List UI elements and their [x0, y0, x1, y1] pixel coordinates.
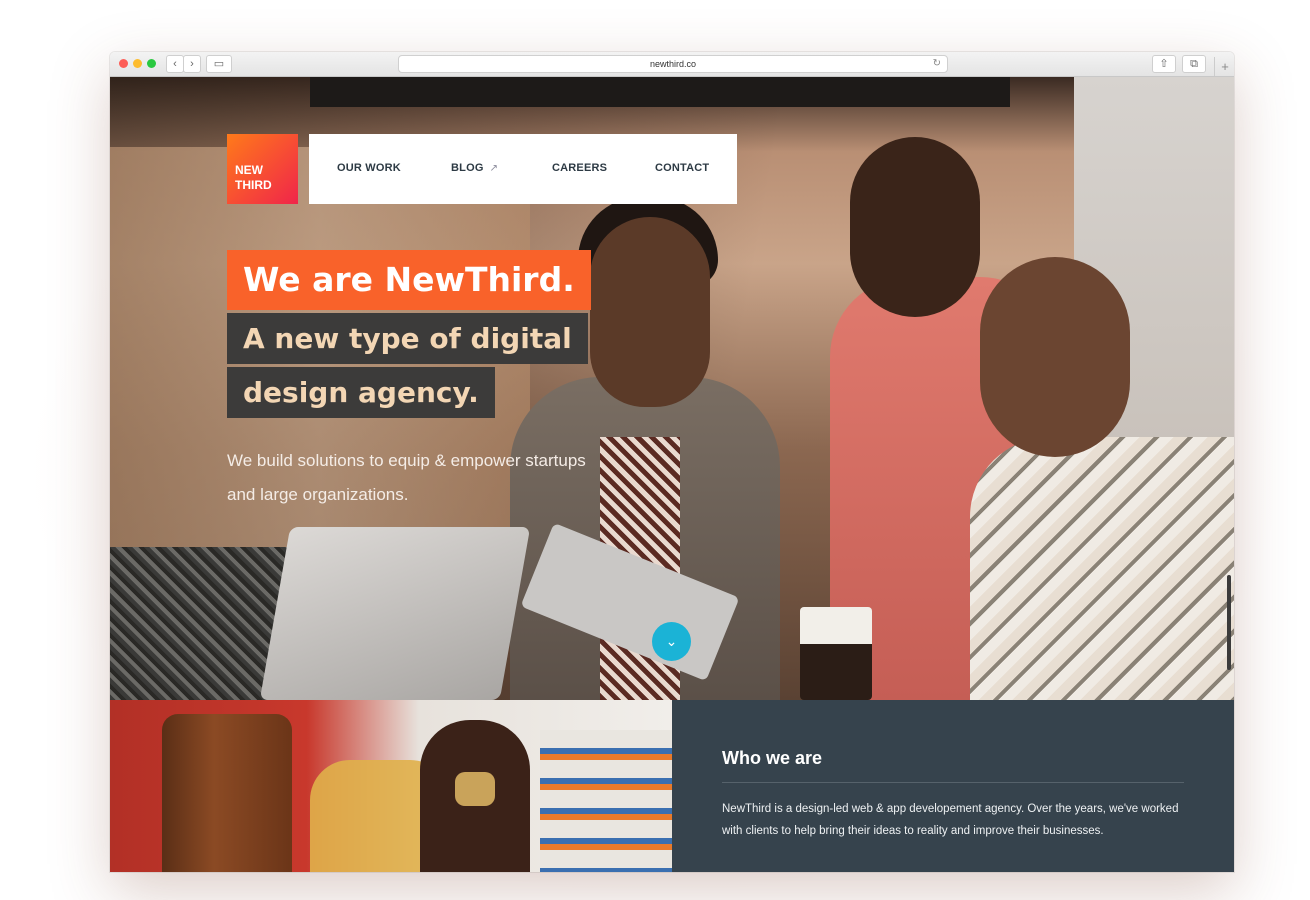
chevron-down-icon: ⌄ [665, 633, 678, 649]
close-window-button[interactable] [119, 59, 128, 68]
divider [722, 782, 1184, 783]
forward-button[interactable]: › [183, 55, 201, 73]
photo-books [540, 730, 672, 872]
photo-person-seated [970, 437, 1234, 700]
hero-headline-3: design agency. [227, 367, 495, 418]
external-link-icon: ↗ [489, 163, 499, 174]
nav-our-work[interactable]: OUR WORK [337, 162, 401, 174]
logo-line-2: THIRD [235, 178, 272, 192]
background-ceiling [310, 77, 1010, 107]
hero-headline-2: A new type of digital [227, 313, 588, 364]
workspace-photo [110, 700, 672, 872]
reload-icon[interactable]: ↻ [933, 56, 941, 72]
browser-window: ‹ › ▭ newthird.co ↻ ⇧ ⧉ + NEW THIRD OUR … [110, 52, 1234, 872]
who-we-are-text: NewThird is a design-led web & app devel… [722, 803, 1179, 837]
minimize-window-button[interactable] [133, 59, 142, 68]
hero-section: NEW THIRD OUR WORK BLOG ↗ CAREERS CONTACT… [110, 77, 1234, 700]
tabs-icon: ⧉ [1190, 58, 1198, 70]
scroll-down-button[interactable]: ⌄ [652, 622, 691, 661]
who-we-are-title: Who we are [722, 748, 823, 768]
photo-leather-bag [162, 714, 292, 872]
back-button[interactable]: ‹ [166, 55, 184, 73]
address-bar[interactable]: newthird.co ↻ [398, 55, 948, 73]
hero-subtitle: We build solutions to equip & empower st… [227, 451, 586, 504]
nav-careers[interactable]: CAREERS [552, 162, 607, 174]
url-text: newthird.co [649, 59, 697, 69]
nav-blog-label: BLOG [451, 162, 484, 174]
maximize-window-button[interactable] [147, 59, 156, 68]
nav-contact[interactable]: CONTACT [655, 162, 709, 174]
photo-person-seated-head [980, 257, 1130, 457]
nav-blog[interactable]: BLOG ↗ [451, 162, 498, 174]
photo-laptop [259, 527, 531, 700]
photo-person-standing-head [850, 137, 980, 317]
tab-overview-button[interactable]: ⧉ [1182, 55, 1206, 73]
new-tab-button[interactable]: + [1214, 57, 1234, 76]
sidebar-toggle-button[interactable]: ▭ [206, 55, 232, 73]
chevron-left-icon: ‹ [173, 58, 177, 70]
chevron-right-icon: › [190, 58, 194, 70]
main-nav: OUR WORK BLOG ↗ CAREERS CONTACT [309, 134, 737, 204]
browser-toolbar: ‹ › ▭ newthird.co ↻ ⇧ ⧉ + [110, 52, 1234, 77]
page-scrollbar[interactable] [1227, 575, 1231, 670]
logo-line-1: NEW [235, 163, 263, 177]
share-button[interactable]: ⇧ [1152, 55, 1176, 73]
hero-headline-1: We are NewThird. [227, 250, 591, 310]
photo-coffee-cup [800, 607, 872, 700]
newthird-logo[interactable]: NEW THIRD [227, 134, 298, 204]
who-we-are-section: Who we are NewThird is a design-led web … [672, 700, 1234, 872]
sidebar-icon: ▭ [213, 58, 225, 70]
photo-woman-head [590, 217, 710, 407]
photo-watch [455, 772, 495, 806]
plus-icon: + [1221, 59, 1229, 74]
share-icon: ⇧ [1159, 58, 1169, 70]
